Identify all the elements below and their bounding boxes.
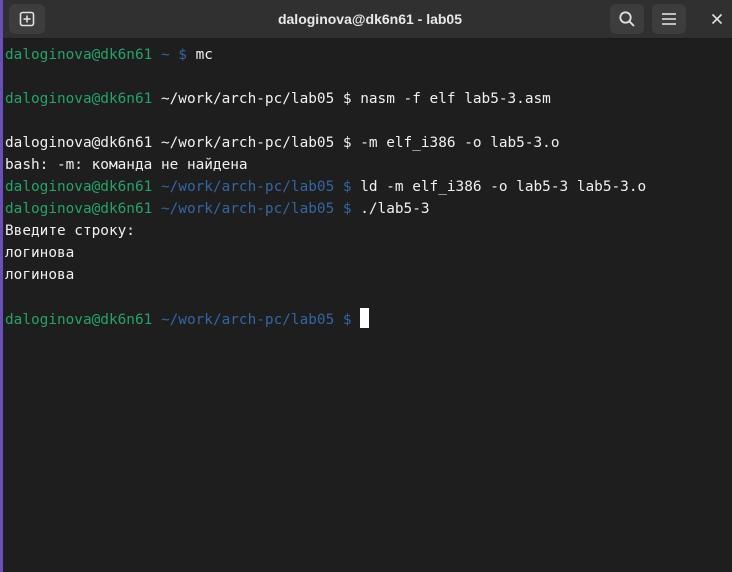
output-text: bash: -m: команда не найдена bbox=[5, 157, 248, 173]
command-text: ld -m elf_i386 -o lab5-3 lab5-3.o bbox=[360, 179, 647, 195]
prompt-path: ~/work/arch-pc/lab05 $ bbox=[152, 201, 361, 217]
prompt-user: daloginova@dk6n61 bbox=[5, 201, 153, 217]
command-text: -m elf_i386 -o lab5-3.o bbox=[360, 135, 560, 151]
prompt-path: ~/work/arch-pc/lab05 $ bbox=[152, 91, 361, 107]
search-button[interactable] bbox=[610, 4, 644, 34]
prompt-user: daloginova@dk6n61 bbox=[5, 47, 153, 63]
hamburger-menu-icon bbox=[662, 13, 676, 25]
terminal-line: daloginova@dk6n61 ~/work/arch-pc/lab05 $… bbox=[5, 132, 725, 154]
window-title: daloginova@dk6n61 - lab05 bbox=[277, 11, 463, 27]
terminal-cursor bbox=[360, 308, 370, 328]
terminal-line: daloginova@dk6n61 ~/work/arch-pc/lab05 $… bbox=[5, 176, 725, 198]
terminal-line: daloginova@dk6n61 ~ $ mc bbox=[5, 44, 725, 66]
new-tab-icon bbox=[19, 11, 35, 27]
search-icon bbox=[619, 11, 635, 27]
terminal-line: логинова bbox=[5, 264, 725, 286]
prompt-path: ~ $ bbox=[152, 47, 196, 63]
terminal-window: daloginova@dk6n61 - lab05 daloginova@dk6… bbox=[0, 0, 732, 572]
terminal-line: bash: -m: команда не найдена bbox=[5, 154, 725, 176]
new-tab-button[interactable] bbox=[9, 4, 45, 34]
prompt-path: ~/work/arch-pc/lab05 $ bbox=[152, 312, 361, 328]
title-bar: daloginova@dk6n61 - lab05 bbox=[0, 0, 732, 39]
prompt-user: daloginova@dk6n61 bbox=[5, 91, 153, 107]
window-edge-accent bbox=[0, 0, 3, 572]
command-text: nasm -f elf lab5-3.asm bbox=[360, 91, 551, 107]
terminal-line: Введите строку: bbox=[5, 220, 725, 242]
close-icon bbox=[711, 13, 723, 25]
menu-button[interactable] bbox=[652, 4, 686, 34]
terminal-line: daloginova@dk6n61 ~/work/arch-pc/lab05 $… bbox=[5, 88, 725, 110]
terminal-line: логинова bbox=[5, 242, 725, 264]
prompt-user: daloginova@dk6n61 bbox=[5, 179, 153, 195]
terminal-output[interactable]: daloginova@dk6n61 ~ $ mc daloginova@dk6n6… bbox=[5, 44, 725, 330]
output-text: Введите строку: bbox=[5, 223, 135, 239]
prompt-path: ~/work/arch-pc/lab05 $ bbox=[152, 179, 361, 195]
prompt-path: ~/work/arch-pc/lab05 $ bbox=[152, 135, 361, 151]
command-text: mc bbox=[195, 47, 213, 63]
command-text: ./lab5-3 bbox=[360, 201, 430, 217]
prompt-user: daloginova@dk6n61 bbox=[5, 135, 153, 151]
terminal-line: daloginova@dk6n61 ~/work/arch-pc/lab05 $ bbox=[5, 308, 725, 330]
output-text: логинова bbox=[5, 267, 75, 283]
terminal-line: daloginova@dk6n61 ~/work/arch-pc/lab05 $… bbox=[5, 198, 725, 220]
output-text: логинова bbox=[5, 245, 75, 261]
prompt-user: daloginova@dk6n61 bbox=[5, 312, 153, 328]
close-button[interactable] bbox=[706, 8, 728, 30]
